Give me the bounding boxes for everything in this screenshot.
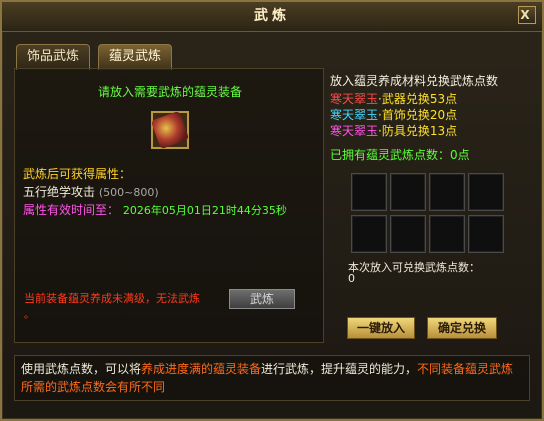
close-button[interactable]: X xyxy=(518,6,536,24)
material-slot[interactable] xyxy=(351,173,387,211)
material-rest: ·防具兑换13点 xyxy=(378,124,458,138)
footer-text-3: 进行武炼，提升蕴灵的能力， xyxy=(261,362,418,376)
material-slot[interactable] xyxy=(468,173,504,211)
owned-points: 已拥有蕴灵武炼点数：0点 xyxy=(330,148,470,162)
material-rest: ·首饰兑换20点 xyxy=(378,108,458,122)
equip-hint: 请放入需要武炼的蕴灵装备 xyxy=(97,85,242,99)
material-slot[interactable] xyxy=(351,215,387,253)
confirm-exchange-label: 确定兑换 xyxy=(437,321,486,335)
material-slot-grid xyxy=(351,173,505,259)
wulian-button[interactable]: 武炼 xyxy=(229,289,295,309)
footer-text-1: 使用武炼点数，可以将 xyxy=(21,362,142,376)
material-line-accessory: 寒天翠玉·首饰兑换20点 xyxy=(330,106,457,123)
tab-accessory-wulian[interactable]: 饰品武炼 xyxy=(16,44,91,70)
material-name: 寒天翠玉 xyxy=(330,108,379,122)
attr-title: 武炼后可获得属性： xyxy=(23,167,132,181)
material-slot[interactable] xyxy=(468,215,504,253)
material-slot[interactable] xyxy=(429,215,465,253)
exchange-value: 0 xyxy=(348,272,355,285)
time-line: 属性有效时间至： 2026年05月01日21时44分35秒 xyxy=(23,201,287,218)
wulian-window: 武炼 X 饰品武炼 蕴灵武炼 请放入需要武炼的蕴灵装备 武炼后可获得属性： 五行… xyxy=(0,0,544,421)
attr-line: 五行绝学攻击 (500~800) xyxy=(23,183,159,200)
time-value: 2026年05月01日21时44分35秒 xyxy=(122,204,287,217)
material-slot[interactable] xyxy=(390,215,426,253)
window-title: 武炼 X xyxy=(2,2,542,32)
material-slot[interactable] xyxy=(429,173,465,211)
material-slot[interactable] xyxy=(390,173,426,211)
material-line-weapon: 寒天翠玉·武器兑换53点 xyxy=(330,90,457,107)
material-rest: ·武器兑换53点 xyxy=(378,92,458,106)
tab-label: 蕴灵武炼 xyxy=(109,49,162,64)
equip-slot[interactable] xyxy=(150,110,190,150)
time-label: 属性有效时间至： xyxy=(23,203,120,217)
tab-label: 饰品武炼 xyxy=(27,49,80,64)
equipment-icon xyxy=(150,110,190,150)
footer-description: 使用武炼点数，可以将养成进度满的蕴灵装备进行武炼，提升蕴灵的能力，不同装备蕴灵武… xyxy=(14,355,530,401)
exchange-label: 本次放入可兑换武炼点数： xyxy=(348,261,480,274)
one-key-put-button[interactable]: 一键放入 xyxy=(347,317,415,339)
tab-yunling-wulian[interactable]: 蕴灵武炼 xyxy=(98,44,173,70)
material-name: 寒天翠玉 xyxy=(330,92,379,106)
wulian-button-label: 武炼 xyxy=(249,292,274,306)
material-line-armor: 寒天翠玉·防具兑换13点 xyxy=(330,122,457,139)
warning-dot: 。 xyxy=(24,310,34,321)
attr-name: 五行绝学攻击 xyxy=(23,185,96,199)
confirm-exchange-button[interactable]: 确定兑换 xyxy=(427,317,497,339)
close-icon: X xyxy=(520,8,534,22)
attr-range: (500~800) xyxy=(98,186,159,199)
warning-text: 当前装备蕴灵养成未满级，无法武炼 xyxy=(24,292,200,305)
one-key-put-label: 一键放入 xyxy=(356,321,405,335)
material-name: 寒天翠玉 xyxy=(330,124,379,138)
footer-text-2: 养成进度满的蕴灵装备 xyxy=(141,362,262,376)
materials-title: 放入蕴灵养成材料兑换武炼点数 xyxy=(330,74,499,88)
window-title-text: 武炼 xyxy=(254,8,290,24)
